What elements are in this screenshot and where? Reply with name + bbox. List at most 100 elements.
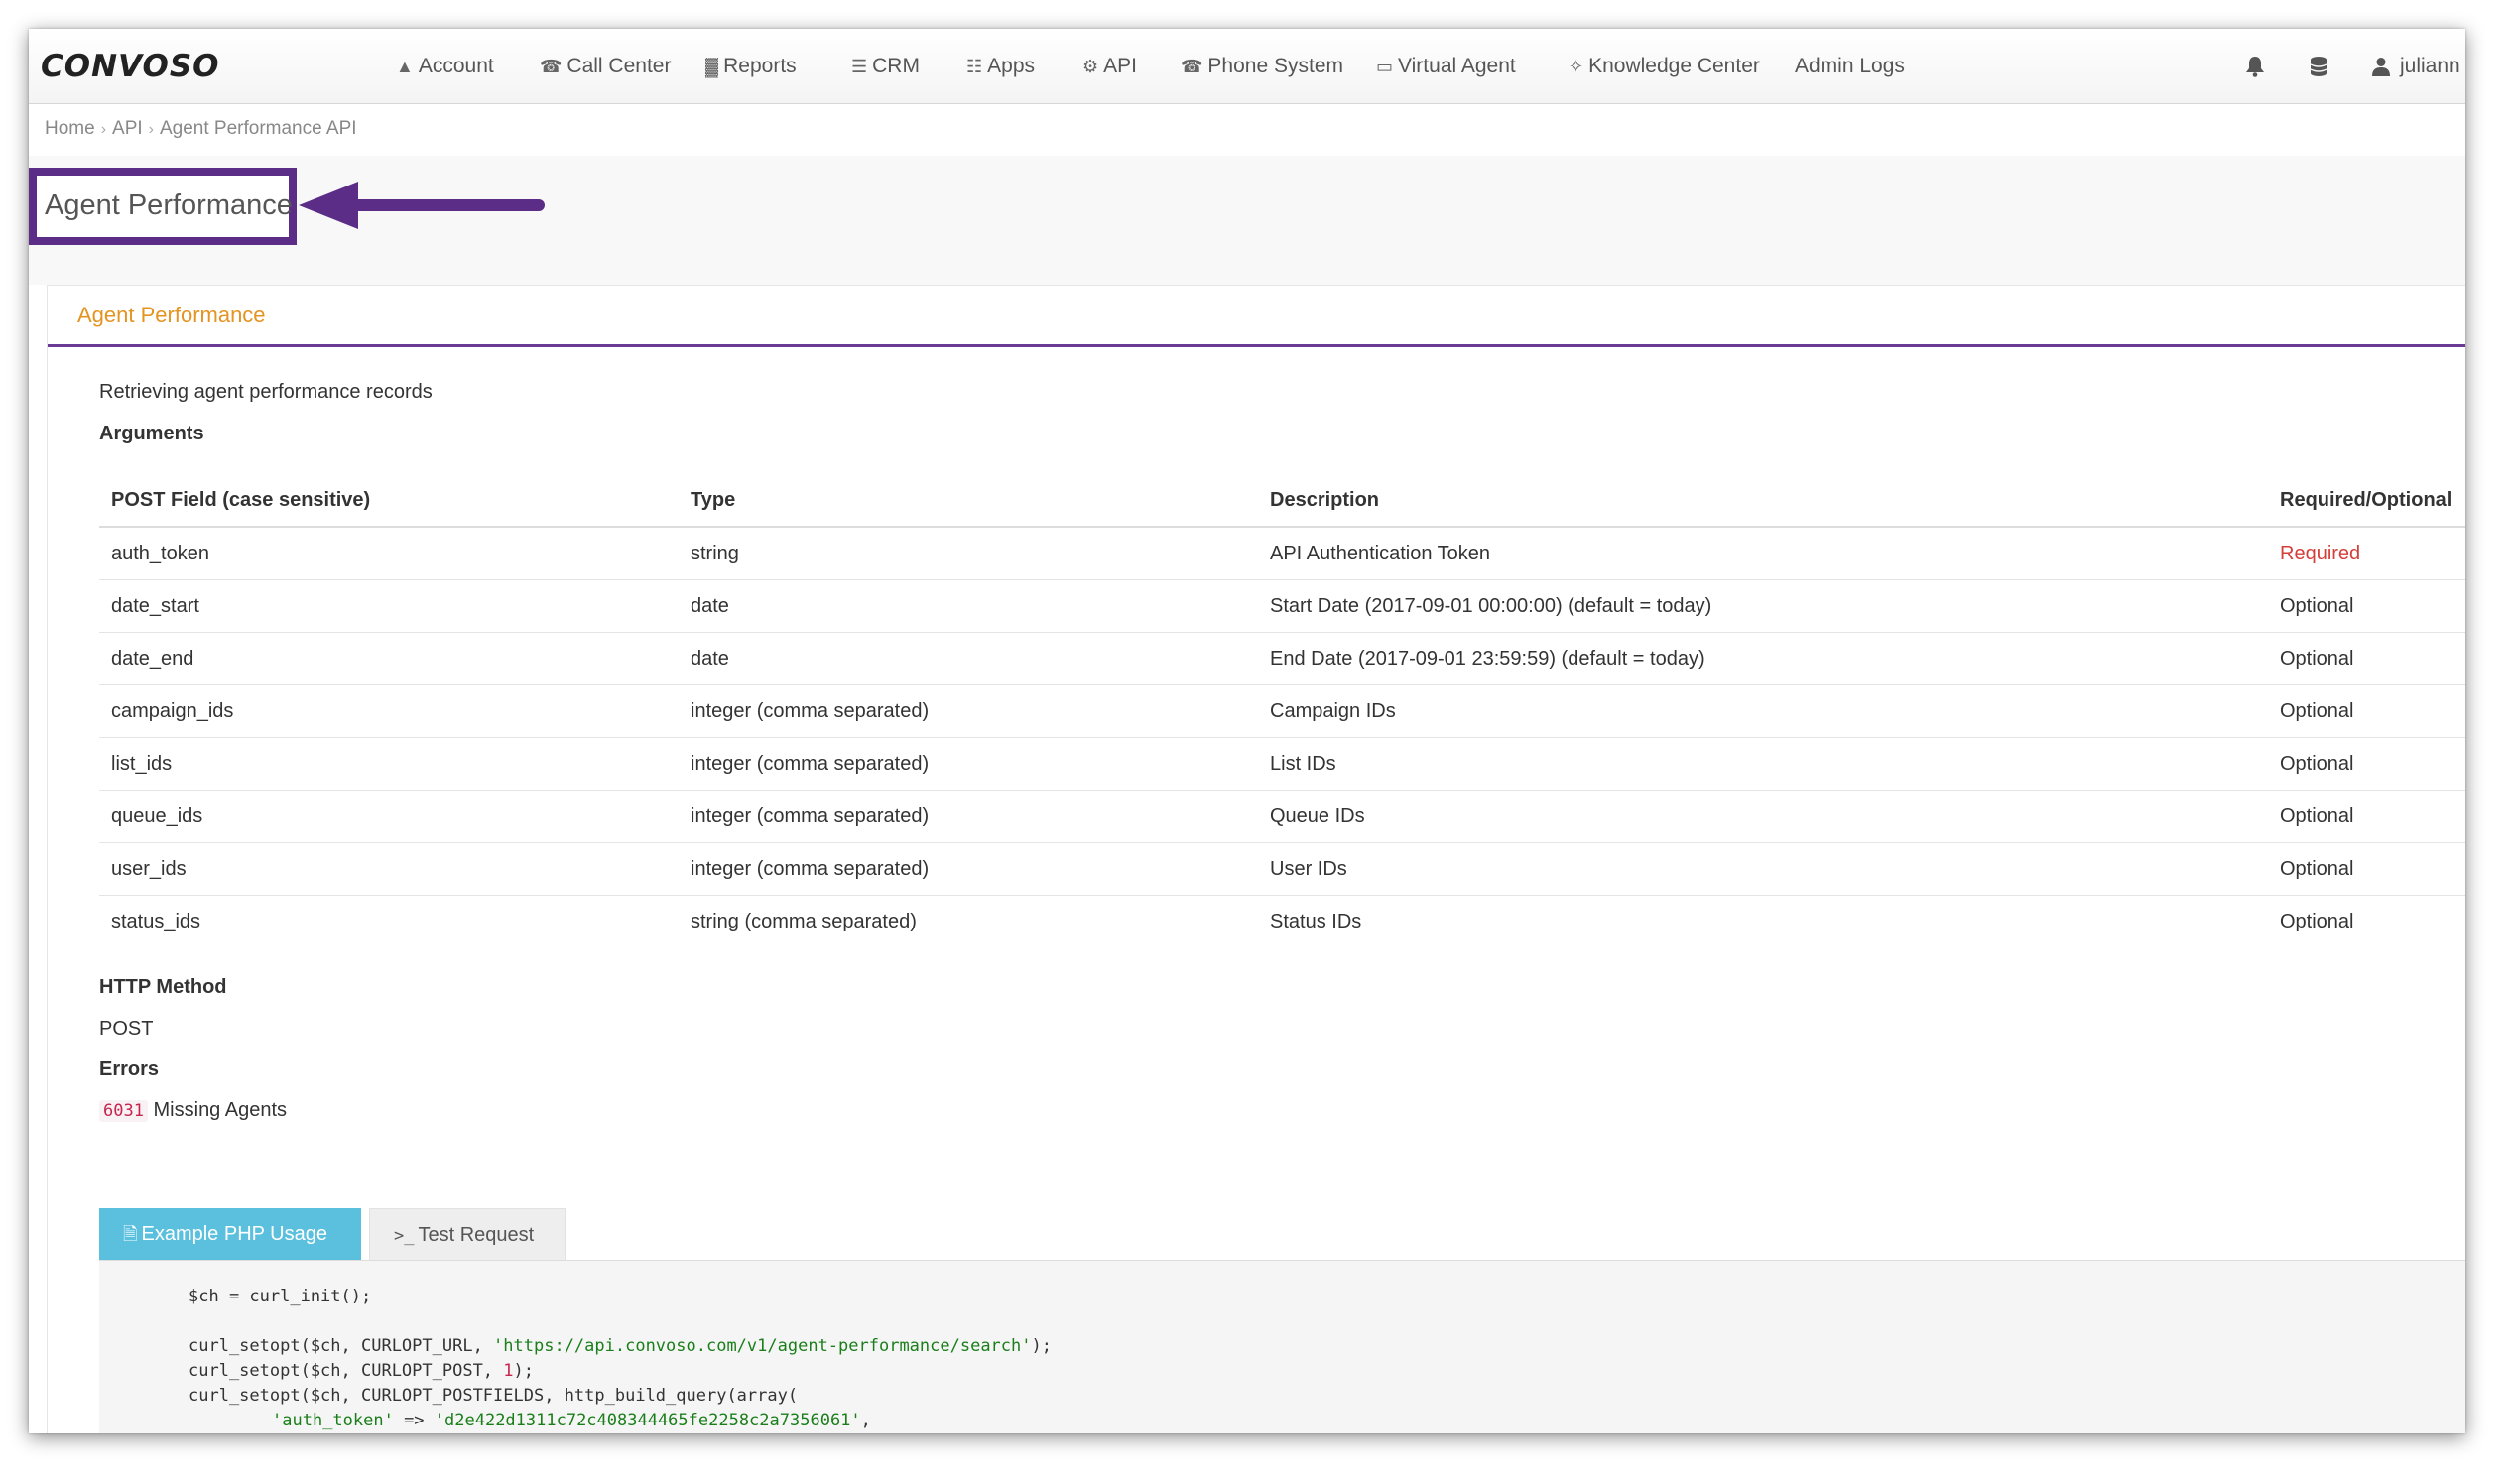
username: juliann: [2400, 55, 2460, 77]
http-method-heading: HTTP Method: [99, 976, 227, 998]
field-required: Optional: [2268, 632, 2465, 685]
phone-icon: ☎: [1181, 57, 1203, 76]
error-item: 6031 Missing Agents: [99, 1099, 287, 1122]
code-number: 1: [503, 1361, 514, 1381]
tab-label: Test Request: [418, 1224, 535, 1246]
database-button[interactable]: [2310, 29, 2327, 104]
field-description: Campaign IDs: [1258, 684, 2268, 738]
monitor-icon: ▭: [1376, 57, 1394, 76]
nav-admin-logs[interactable]: Admin Logs: [1795, 29, 1905, 104]
nav-reports-label: Reports: [723, 55, 797, 77]
nav-call-center[interactable]: ☎ Call Center: [540, 29, 671, 104]
code-line: 'auth_token' => 'd2e422d1311c72c40834446…: [189, 1409, 2465, 1433]
field-type: integer (comma separated): [679, 790, 1258, 843]
code-string: 'https://api.convoso.com/v1/agent-perfor…: [493, 1336, 1032, 1356]
table-header-row: POST Field (case sensitive) Type Descrip…: [99, 474, 2465, 528]
code-line: curl_setopt($ch, CURLOPT_POST, 1);: [189, 1359, 2465, 1384]
field-description: Status IDs: [1270, 910, 1362, 932]
field-description: User IDs: [1258, 842, 2268, 896]
user-icon: ▲: [396, 57, 414, 76]
user-menu[interactable]: juliann: [2372, 29, 2465, 104]
code-line: curl_setopt($ch, CURLOPT_POSTFIELDS, htt…: [189, 1386, 799, 1406]
terminal-icon: >_: [394, 1226, 415, 1246]
arguments-table: POST Field (case sensitive) Type Descrip…: [99, 474, 2465, 947]
code-text: curl_setopt($ch, CURLOPT_POST,: [189, 1361, 504, 1381]
nav-crm[interactable]: ☰ CRM: [851, 29, 920, 104]
tab-example-php-usage[interactable]: 🗎 Example PHP Usage: [99, 1208, 361, 1260]
code-string: 'd2e422d1311c72c408344465fe2258c2a735606…: [434, 1411, 861, 1430]
nav-call-center-label: Call Center: [566, 55, 672, 77]
nav-apps-label: Apps: [987, 55, 1036, 77]
breadcrumb-api[interactable]: API: [112, 118, 143, 139]
field-required: Optional: [2280, 910, 2354, 932]
table-row: campaign_ids integer (comma separated) C…: [99, 684, 2465, 738]
nav-knowledge-center[interactable]: ✧ Knowledge Center: [1569, 29, 1760, 104]
code-text: );: [1031, 1336, 1052, 1356]
column-header: Description: [1258, 474, 2268, 528]
nav-phone-system-label: Phone System: [1207, 55, 1343, 77]
field-description: Queue IDs: [1258, 790, 2268, 843]
nav-reports[interactable]: ▓ Reports: [705, 29, 797, 104]
field-type: date: [679, 632, 1258, 685]
table-row: status_ids string (comma separated) Stat…: [99, 896, 2465, 948]
nav-knowledge-center-label: Knowledge Center: [1588, 55, 1760, 77]
column-header: Type: [679, 474, 1258, 528]
gear-icon: ⚙: [1082, 57, 1099, 76]
table-row: list_ids integer (comma separated) List …: [99, 737, 2465, 791]
field-type: string: [679, 527, 1258, 580]
bar-chart-icon: ▓: [705, 57, 719, 76]
nav-api[interactable]: ⚙ API: [1082, 29, 1137, 104]
nav-admin-logs-label: Admin Logs: [1795, 55, 1905, 77]
table-row: user_ids integer (comma separated) User …: [99, 842, 2465, 896]
field-description: Start Date (2017-09-01 00:00:00) (defaul…: [1258, 579, 2268, 633]
error-code: 6031: [99, 1100, 148, 1122]
code-text: =>: [393, 1411, 435, 1430]
field-required: Optional: [2268, 842, 2465, 896]
code-line: $ch = curl_init();: [189, 1287, 372, 1306]
breadcrumb: Home › API › Agent Performance API: [45, 116, 357, 143]
field-type: string (comma separated): [691, 910, 917, 932]
panel-title: Agent Performance: [77, 303, 266, 327]
code-block: $ch = curl_init(); curl_setopt($ch, CURL…: [99, 1261, 2465, 1433]
field-required: Optional: [2268, 737, 2465, 791]
nav-api-label: API: [1103, 55, 1137, 77]
notifications-button[interactable]: [2245, 29, 2265, 104]
grid-icon: ☷: [966, 57, 983, 76]
error-text: Missing Agents: [153, 1099, 288, 1121]
nav-account-label: Account: [418, 55, 494, 77]
code-text: ,: [860, 1411, 871, 1430]
field-name: campaign_ids: [99, 684, 679, 738]
field-required: Optional: [2268, 790, 2465, 843]
nav-virtual-agent[interactable]: ▭ Virtual Agent: [1376, 29, 1516, 104]
database-icon: [2310, 57, 2327, 77]
browser-window: CONVOSO ▲ Account ☎ Call Center ▓ Reports ☰…: [29, 29, 2465, 1433]
convoso-logo[interactable]: CONVOSO: [41, 49, 220, 84]
nav-account[interactable]: ▲ Account: [396, 29, 494, 104]
list-icon: ☰: [851, 57, 868, 76]
field-name: status_ids: [111, 910, 201, 932]
file-code-icon: 🗎: [123, 1224, 138, 1244]
arrow-pointer-icon: [299, 182, 545, 229]
nav-apps[interactable]: ☷ Apps: [966, 29, 1035, 104]
table-row: auth_token string API Authentication Tok…: [99, 527, 2465, 580]
table-row: queue_ids integer (comma separated) Queu…: [99, 790, 2465, 843]
nav-virtual-agent-label: Virtual Agent: [1398, 55, 1516, 77]
field-description: List IDs: [1258, 737, 2268, 791]
panel-header: Agent Performance: [48, 286, 2465, 347]
intro-text: Retrieving agent performance records: [99, 381, 433, 403]
field-name: user_ids: [99, 842, 679, 896]
code-line: curl_setopt($ch, CURLOPT_URL, 'https://a…: [189, 1334, 2465, 1359]
page-title: Agent Performance: [45, 189, 293, 221]
field-name: date_end: [99, 632, 679, 685]
field-type: integer (comma separated): [679, 842, 1258, 896]
field-type: integer (comma separated): [679, 684, 1258, 738]
nav-phone-system[interactable]: ☎ Phone System: [1181, 29, 1343, 104]
field-type: date: [679, 579, 1258, 633]
tab-test-request[interactable]: >_ Test Request: [369, 1208, 566, 1260]
field-name: list_ids: [99, 737, 679, 791]
lightbulb-icon: ✧: [1569, 57, 1584, 76]
breadcrumb-home[interactable]: Home: [45, 118, 95, 139]
breadcrumb-current: Agent Performance API: [159, 118, 357, 139]
table-row: date_start date Start Date (2017-09-01 0…: [99, 579, 2465, 633]
